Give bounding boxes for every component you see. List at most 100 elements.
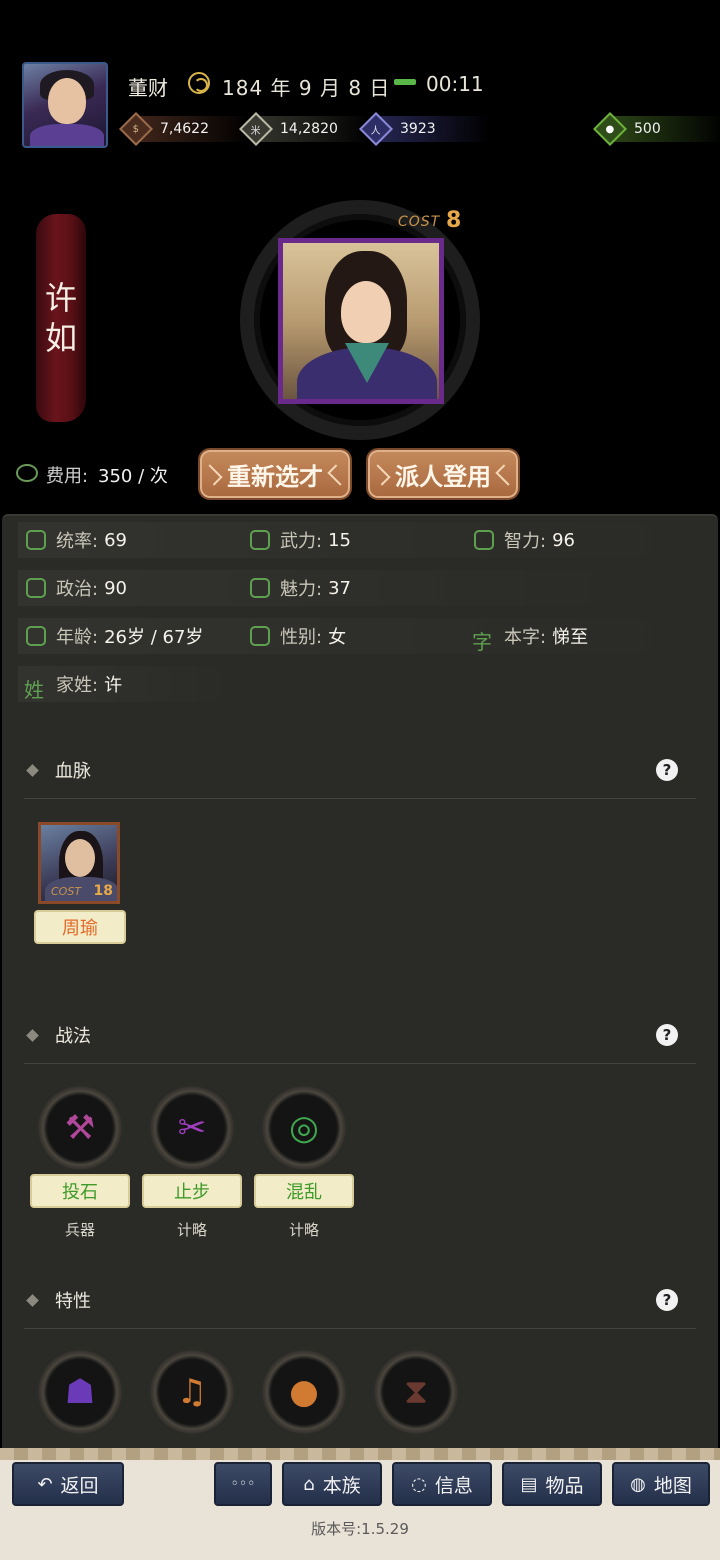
stat-politics: 政治: 90 <box>26 573 127 603</box>
return-arrow-icon: ↶ <box>37 1473 53 1495</box>
nav-label: 返回 <box>60 1474 99 1497</box>
stat-label: 年龄: <box>56 627 99 648</box>
section-traits: 特性 <box>26 1285 91 1315</box>
stat-label: 智力: <box>504 531 547 552</box>
section-title: 战法 <box>55 1026 91 1047</box>
population-value: 3923 <box>380 116 490 142</box>
version-label: 版本号:1.5.29 <box>311 1520 409 1538</box>
stat-label: 本字: <box>504 627 547 648</box>
cost-label: COST <box>398 214 441 230</box>
stat-command: 统率: 69 <box>26 525 127 555</box>
stat-value: 悌至 <box>552 627 589 648</box>
stat-value: 69 <box>104 529 127 551</box>
stat-label: 统率: <box>56 531 99 552</box>
surname-char-icon: 姓 <box>24 678 44 702</box>
stat-force: 武力: 15 <box>250 525 351 555</box>
stat-label: 政治: <box>56 579 99 600</box>
tactic-type: 计略 <box>176 1221 207 1239</box>
population-resource: 人 3923 <box>359 112 490 146</box>
section-title: 血脉 <box>55 761 91 782</box>
stat-family-name: 姓 家姓: 许 <box>24 669 123 702</box>
lineage-help-icon[interactable]: ? <box>656 759 678 781</box>
cost-label: COST <box>51 885 82 898</box>
items-button[interactable]: ▤ 物品 <box>502 1462 602 1506</box>
game-date: 184 年 9 月 8 日 <box>222 76 391 100</box>
money-resource: $ 7,4622 <box>119 112 250 146</box>
tactic-name[interactable]: 止步 <box>142 1174 242 1208</box>
cost-value: 18 <box>93 883 113 899</box>
pouch-icon <box>26 578 46 598</box>
gold-resource[interactable]: ● 500 <box>593 112 720 146</box>
music-icon[interactable]: ♫ <box>150 1350 234 1434</box>
catapult-icon[interactable]: ⚒ <box>38 1086 122 1170</box>
nav-label: 地图 <box>653 1474 692 1497</box>
cost-value: 8 <box>446 208 462 233</box>
lineage-hero-card[interactable]: COST 18 <box>38 822 120 904</box>
eye-icon <box>250 578 270 598</box>
section-title: 特性 <box>55 1291 91 1312</box>
people-icon <box>250 626 270 646</box>
traits-help-icon[interactable]: ? <box>656 1289 678 1311</box>
player-avatar[interactable] <box>22 62 108 148</box>
globe-icon: ◍ <box>630 1473 646 1495</box>
boot-icon[interactable]: ✂ <box>150 1086 234 1170</box>
shoes-icon[interactable]: ⧗ <box>374 1350 458 1434</box>
courtesy-char-icon: 字 <box>472 630 492 654</box>
stat-gender: 性别: 女 <box>250 621 346 651</box>
hero-portrait[interactable] <box>278 238 444 404</box>
calendar-icon <box>188 72 210 94</box>
chat-bubble-icon: ◌ <box>411 1473 427 1495</box>
food-value: 14,2820 <box>260 116 370 142</box>
info-button[interactable]: ◌ 信息 <box>392 1462 492 1506</box>
coin-icon <box>16 464 38 482</box>
tactic-type: 兵器 <box>64 1221 95 1239</box>
game-time: 00:11 <box>426 72 484 96</box>
brain-icon <box>474 530 494 550</box>
stat-label: 魅力: <box>280 579 323 600</box>
clan-button[interactable]: ⌂ 本族 <box>282 1462 382 1506</box>
stat-value: 女 <box>328 627 347 648</box>
lineage-hero-name[interactable]: 周瑜 <box>34 910 126 944</box>
chest-icon: ▤ <box>520 1473 538 1495</box>
stat-value: 26岁 / 67岁 <box>104 627 204 648</box>
money-value: 7,4622 <box>140 116 250 142</box>
stat-value: 90 <box>104 577 127 599</box>
fee-value: 350 / 次 <box>98 466 168 487</box>
nav-label: 信息 <box>434 1474 473 1497</box>
stat-label: 家姓: <box>56 675 99 696</box>
reselect-button[interactable]: 重新选才 <box>198 448 352 500</box>
hero-name-banner: 许 如 <box>36 214 86 422</box>
tactic-name[interactable]: 混乱 <box>254 1174 354 1208</box>
gold-value: 500 <box>614 116 720 142</box>
section-tactics: 战法 <box>26 1020 91 1050</box>
stat-value: 15 <box>328 529 351 551</box>
recruit-button[interactable]: 派人登用 <box>366 448 520 500</box>
horse-icon <box>394 77 416 89</box>
stat-value: 96 <box>552 529 575 551</box>
arm-icon <box>250 530 270 550</box>
stat-value: 许 <box>104 675 123 696</box>
calendar-icon <box>26 626 46 646</box>
stat-charm: 魅力: 37 <box>250 573 351 603</box>
tactics-help-icon[interactable]: ? <box>656 1024 678 1046</box>
section-lineage: 血脉 <box>26 755 91 785</box>
stat-courtesy-name: 字 本字: 悌至 <box>472 621 589 654</box>
tactic-type: 计略 <box>288 1221 319 1239</box>
swirl-icon[interactable]: ◎ <box>262 1086 346 1170</box>
nav-label: 物品 <box>545 1474 584 1497</box>
hero-info-panel[interactable] <box>2 514 718 1474</box>
hero-name-char: 如 <box>44 319 77 357</box>
fee-label: 费用: <box>46 466 89 487</box>
stat-label: 性别: <box>280 627 323 648</box>
hero-name-char: 许 <box>44 279 77 317</box>
back-button[interactable]: ↶ 返回 <box>12 1462 124 1506</box>
bag-icon[interactable]: ● <box>262 1350 346 1434</box>
flag-icon <box>26 530 46 550</box>
map-button[interactable]: ◍ 地图 <box>612 1462 710 1506</box>
stat-intellect: 智力: 96 <box>474 525 575 555</box>
tactic-name[interactable]: 投石 <box>30 1174 130 1208</box>
stat-value: 37 <box>328 577 351 599</box>
food-resource: 米 14,2820 <box>239 112 370 146</box>
mask-icon[interactable]: ☗ <box>38 1350 122 1434</box>
more-button[interactable]: ◦◦◦ <box>214 1462 272 1506</box>
